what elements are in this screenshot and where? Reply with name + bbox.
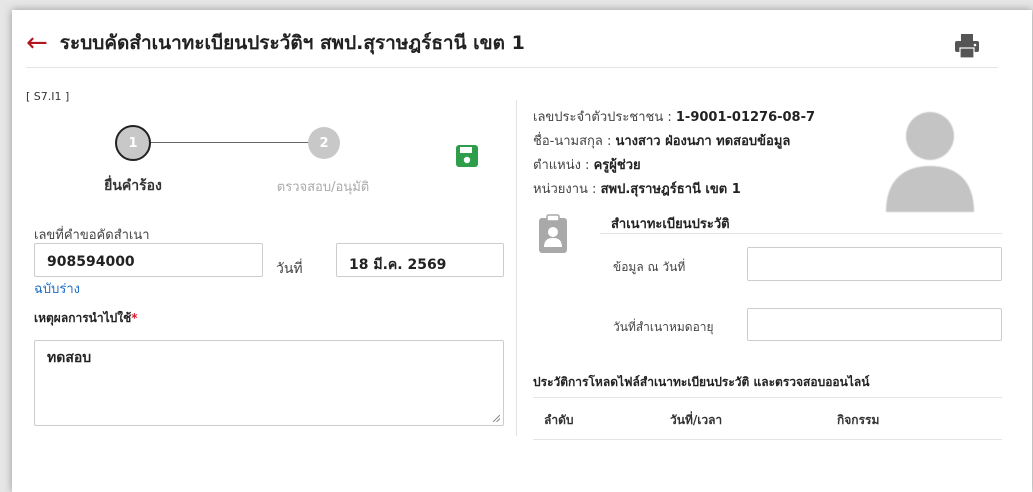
history-header-top-line bbox=[533, 397, 1002, 398]
reason-label-text: เหตุผลการนำไปใช้ bbox=[34, 311, 132, 325]
history-col-activity: กิจกรรม bbox=[837, 413, 880, 427]
printer-icon[interactable] bbox=[954, 33, 980, 59]
required-marker: * bbox=[131, 311, 138, 325]
unit-value: สพป.สุราษฎร์ธานี เขต 1 bbox=[600, 182, 741, 197]
unit-label: หน่วยงาน : bbox=[533, 182, 601, 197]
data-as-of-label: ข้อมูล ณ วันที่ bbox=[613, 260, 686, 274]
screen-code: [ S7.I1 ] bbox=[26, 90, 70, 103]
reason-text: ทดสอบ bbox=[47, 350, 92, 366]
step-1-circle[interactable]: 1 bbox=[115, 125, 151, 161]
full-name-row: ชื่อ-นามสกุล : นางสาว ฝ่องนภา ทดสอบข้อมู… bbox=[533, 130, 790, 151]
citizen-id-value: 1-9001-01276-08-7 bbox=[675, 110, 816, 125]
date-label: วันที่ bbox=[276, 261, 303, 277]
resize-handle-icon[interactable] bbox=[492, 414, 500, 422]
data-as-of-input[interactable] bbox=[747, 247, 1002, 281]
step-2-label: ตรวจสอบ/อนุมัติ bbox=[276, 180, 370, 195]
stepper-connector bbox=[133, 142, 320, 143]
reason-textarea[interactable]: ทดสอบ bbox=[34, 340, 504, 426]
request-number-label: เลขที่คำขอคัดสำเนา bbox=[34, 228, 150, 243]
column-divider bbox=[516, 100, 517, 436]
record-section-divider bbox=[600, 233, 1002, 234]
full-name-value: นางสาว ฝ่องนภา ทดสอบข้อมูล bbox=[615, 134, 791, 149]
save-icon[interactable] bbox=[455, 144, 479, 168]
full-name-label: ชื่อ-นามสกุล : bbox=[533, 134, 616, 149]
citizen-id-label: เลขประจำตัวประชาชน : bbox=[533, 110, 676, 125]
step-1-label: ยื่นคำร้อง bbox=[104, 178, 162, 194]
unit-row: หน่วยงาน : สพป.สุราษฎร์ธานี เขต 1 bbox=[533, 178, 741, 199]
user-avatar-icon bbox=[878, 98, 982, 212]
page-title: ระบบคัดสำเนาทะเบียนประวัติฯ สพป.สุราษฎร์… bbox=[59, 32, 525, 54]
position-label: ตำแหน่ง : bbox=[533, 158, 594, 173]
history-col-order: ลำดับ bbox=[544, 413, 574, 427]
request-number-input[interactable]: 908594000 bbox=[34, 243, 263, 277]
step-2-circle[interactable]: 2 bbox=[308, 127, 340, 159]
draft-link[interactable]: ฉบับร่าง bbox=[34, 278, 80, 299]
reason-label: เหตุผลการนำไปใช้* bbox=[34, 309, 138, 328]
citizen-id-row: เลขประจำตัวประชาชน : 1-9001-01276-08-7 bbox=[533, 106, 815, 127]
back-arrow-icon[interactable]: ← bbox=[26, 30, 48, 56]
history-col-datetime: วันที่/เวลา bbox=[670, 413, 723, 427]
history-header-bottom-line bbox=[533, 439, 1002, 440]
header-divider bbox=[26, 67, 998, 68]
clipboard-user-icon bbox=[539, 214, 567, 253]
record-section-title: สำเนาทะเบียนประวัติ bbox=[611, 217, 730, 232]
history-title: ประวัติการโหลดไฟล์สำเนาทะเบียนประวัติ แล… bbox=[533, 375, 870, 389]
position-row: ตำแหน่ง : ครูผู้ช่วย bbox=[533, 154, 641, 175]
expiry-date-input[interactable] bbox=[747, 308, 1002, 341]
page-header: ← ระบบคัดสำเนาทะเบียนประวัติฯ สพป.สุราษฎ… bbox=[26, 28, 525, 58]
date-input[interactable]: 18 มี.ค. 2569 bbox=[336, 243, 504, 277]
position-value: ครูผู้ช่วย bbox=[593, 158, 641, 173]
expiry-date-label: วันที่สำเนาหมดอายุ bbox=[613, 320, 714, 334]
